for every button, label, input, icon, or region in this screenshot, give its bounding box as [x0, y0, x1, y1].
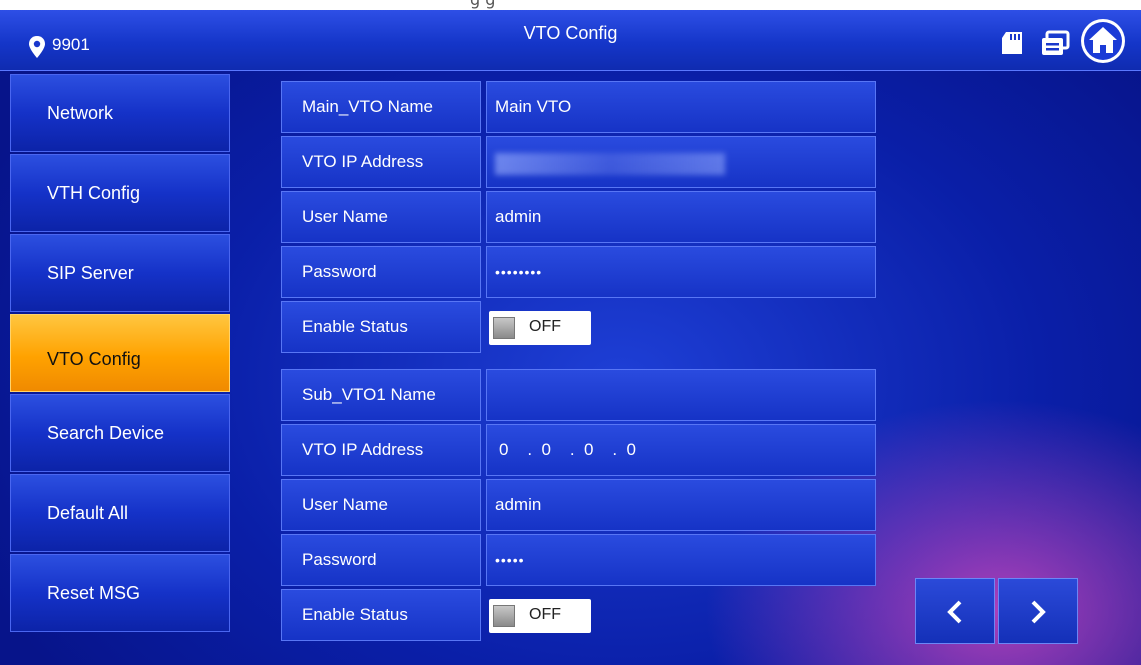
page-title: VTO Config [523, 23, 618, 43]
sd-card-icon[interactable] [1000, 30, 1026, 56]
field-label: Main_VTO Name [281, 81, 481, 133]
main-vto-ip-input[interactable] [486, 136, 876, 188]
sidebar-item-vth-config[interactable]: VTH Config [10, 154, 230, 232]
sub-vto1-ip-input[interactable]: 0 . 0 . 0 . 0 [486, 424, 876, 476]
toggle-knob [493, 605, 515, 627]
main-vto-name-input[interactable]: Main VTO [486, 81, 876, 133]
sidebar-item-vto-config[interactable]: VTO Config [10, 314, 230, 392]
sub-vto1-enable-toggle[interactable]: OFF [489, 599, 591, 633]
field-label: User Name [281, 479, 481, 531]
sub-vto1-name-input[interactable] [486, 369, 876, 421]
sidebar-item-sip-server[interactable]: SIP Server [10, 234, 230, 312]
toggle-knob [493, 317, 515, 339]
sidebar-item-search-device[interactable]: Search Device [10, 394, 230, 472]
chevron-right-icon [1031, 600, 1046, 624]
field-label: User Name [281, 191, 481, 243]
sub-vto1-password-input[interactable]: ••••• [486, 534, 876, 586]
chevron-left-icon [947, 600, 962, 624]
message-icon[interactable] [1040, 30, 1070, 58]
field-label: VTO IP Address [281, 424, 481, 476]
sidebar-item-default-all[interactable]: Default All [10, 474, 230, 552]
sidebar-item-label: Search Device [47, 423, 165, 443]
top-strip: g g [0, 0, 1141, 10]
sidebar-item-network[interactable]: Network [10, 74, 230, 152]
field-label: Password [281, 534, 481, 586]
sidebar-item-label: Reset MSG [47, 583, 141, 603]
top-strip-text: g g [470, 0, 495, 9]
field-label: Sub_VTO1 Name [281, 369, 481, 421]
field-label: Enable Status [281, 301, 481, 353]
header-bar: 9901 VTO Config [0, 10, 1141, 71]
field-label: VTO IP Address [281, 136, 481, 188]
sidebar-item-label: Network [47, 103, 114, 123]
screen: g g 9901 VTO Config [0, 0, 1141, 665]
main-vto-enable-toggle[interactable]: OFF [489, 311, 591, 345]
field-label: Enable Status [281, 589, 481, 641]
sidebar-item-label: VTO Config [47, 349, 141, 369]
toggle-state: OFF [529, 318, 561, 335]
next-page-button[interactable] [998, 578, 1078, 644]
toggle-state: OFF [529, 606, 561, 623]
sidebar-item-reset-msg[interactable]: Reset MSG [10, 554, 230, 632]
blurred-ip-address [495, 153, 725, 175]
sidebar-item-label: VTH Config [47, 183, 141, 203]
main-vto-password-input[interactable]: •••••••• [486, 246, 876, 298]
main-vto-username-input[interactable]: admin [486, 191, 876, 243]
sub-vto1-username-input[interactable]: admin [486, 479, 876, 531]
home-icon[interactable] [1080, 18, 1126, 64]
sidebar-item-label: Default All [47, 503, 129, 523]
field-label: Password [281, 246, 481, 298]
sidebar-item-label: SIP Server [47, 263, 134, 283]
prev-page-button[interactable] [915, 578, 995, 644]
